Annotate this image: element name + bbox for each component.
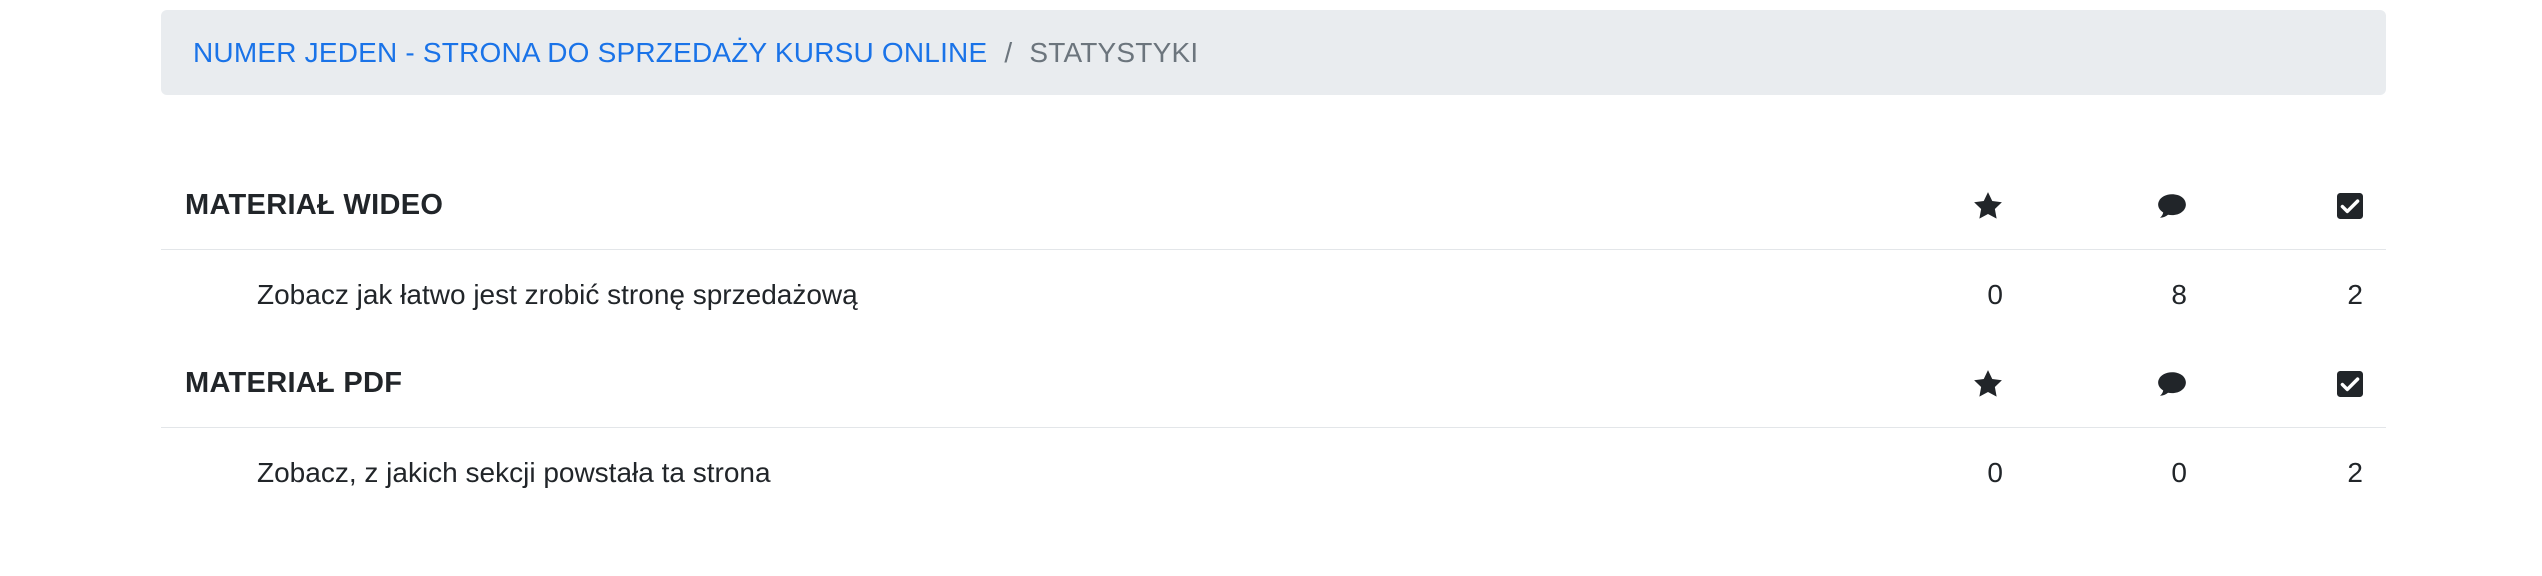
list-item: Zobacz jak łatwo jest zrobić stronę sprz… <box>161 250 2386 339</box>
section-title: MATERIAŁ PDF <box>185 367 403 399</box>
star-icon <box>1973 339 2003 428</box>
section-header-pdf: MATERIAŁ PDF <box>161 339 2386 428</box>
breadcrumb-separator: / <box>1004 36 1013 68</box>
stat-comments: 8 <box>2171 278 2187 310</box>
breadcrumb: NUMER JEDEN - STRONA DO SPRZEDAŻY KURSU … <box>161 10 2386 95</box>
list-item: Zobacz, z jakich sekcji powstała ta stro… <box>161 428 2386 517</box>
section-header-video: MATERIAŁ WIDEO <box>161 161 2386 250</box>
item-title[interactable]: Zobacz jak łatwo jest zrobić stronę sprz… <box>257 250 858 339</box>
breadcrumb-link-course[interactable]: NUMER JEDEN - STRONA DO SPRZEDAŻY KURSU … <box>193 37 987 69</box>
checked-square-icon <box>2337 161 2363 250</box>
section-title: MATERIAŁ WIDEO <box>185 189 444 221</box>
stat-comments: 0 <box>2171 456 2187 488</box>
star-icon <box>1973 161 2003 250</box>
stat-completions: 2 <box>2347 456 2363 488</box>
stat-completions: 2 <box>2347 278 2363 310</box>
comment-icon <box>2157 339 2187 428</box>
item-title[interactable]: Zobacz, z jakich sekcji powstała ta stro… <box>257 428 771 517</box>
breadcrumb-current: STATYSTYKI <box>1029 36 1199 68</box>
comment-icon <box>2157 161 2187 250</box>
checked-square-icon <box>2337 339 2363 428</box>
stat-stars: 0 <box>1987 456 2003 488</box>
stat-stars: 0 <box>1987 278 2003 310</box>
